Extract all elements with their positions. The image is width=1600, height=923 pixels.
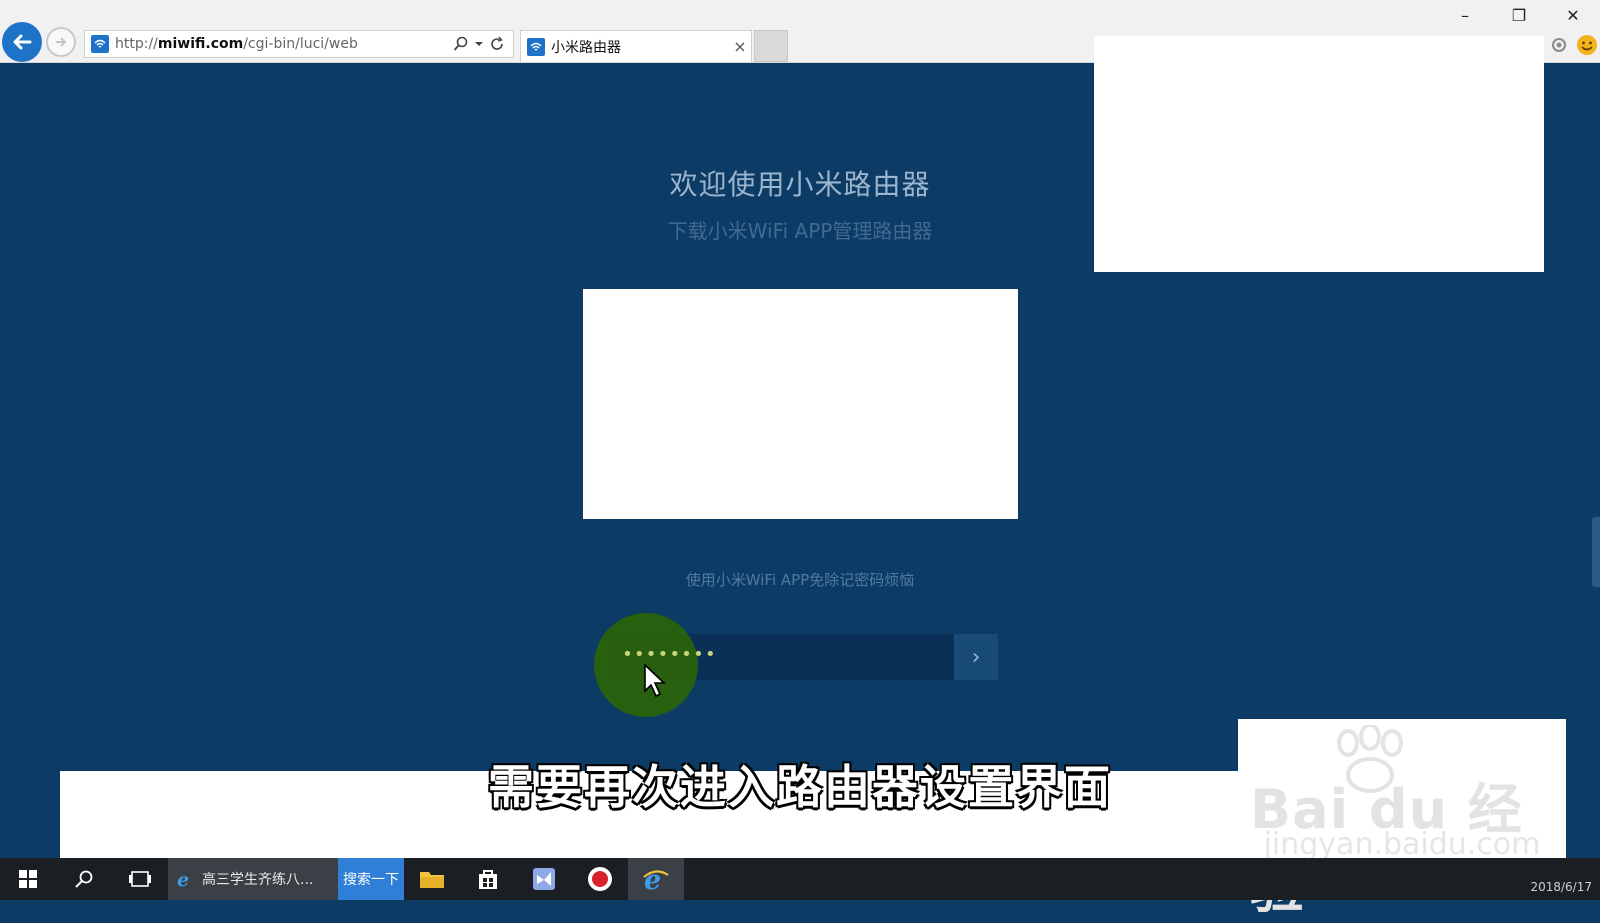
gear-icon[interactable] bbox=[1548, 34, 1570, 56]
windows-logo-icon bbox=[19, 870, 37, 888]
tab-title: 小米路由器 bbox=[551, 39, 621, 56]
store-bag-icon bbox=[479, 870, 497, 889]
svg-text:e: e bbox=[644, 865, 661, 893]
close-window-button[interactable]: ✕ bbox=[1546, 0, 1600, 30]
task-view-button[interactable] bbox=[112, 858, 168, 900]
store-button[interactable] bbox=[460, 858, 516, 900]
app-hint-text: 使用小米WiFi APP免除记密码烦恼 bbox=[685, 571, 915, 589]
chevron-right-icon: › bbox=[971, 644, 981, 670]
vs-app-button[interactable] bbox=[516, 858, 572, 900]
tab-xiaomi-router[interactable]: 小米路由器 × bbox=[520, 30, 752, 62]
forward-button[interactable] bbox=[46, 27, 76, 57]
url-text: http://miwifi.com/cgi-bin/luci/web bbox=[115, 36, 358, 52]
minimize-button[interactable]: – bbox=[1438, 0, 1492, 30]
taskbar-search-submit[interactable]: 搜索一下 bbox=[338, 858, 404, 900]
task-view-icon bbox=[129, 871, 151, 887]
side-feedback-tab[interactable] bbox=[1592, 517, 1600, 587]
wifi-site-icon bbox=[91, 35, 109, 53]
address-bar[interactable]: http://miwifi.com/cgi-bin/luci/web bbox=[84, 30, 514, 58]
search-icon bbox=[75, 870, 93, 888]
window-controls: – ❐ ✕ bbox=[1438, 0, 1600, 30]
restore-button[interactable]: ❐ bbox=[1492, 0, 1546, 30]
recorder-button[interactable] bbox=[572, 858, 628, 900]
mouse-pointer-icon bbox=[644, 663, 667, 698]
arrow-left-icon bbox=[13, 34, 32, 50]
ie-icon: e bbox=[643, 865, 669, 893]
refresh-icon[interactable] bbox=[489, 36, 505, 52]
smiley-feedback-icon[interactable] bbox=[1576, 34, 1598, 56]
file-explorer-button[interactable] bbox=[404, 858, 460, 900]
wifi-tab-icon bbox=[527, 37, 545, 56]
search-app-label: 高三学生齐练八... bbox=[202, 872, 314, 888]
system-clock: 2018/6/17 bbox=[1530, 880, 1592, 894]
back-button[interactable] bbox=[2, 22, 42, 62]
ie-icon: e bbox=[177, 869, 189, 889]
record-icon bbox=[588, 867, 612, 891]
close-tab-icon[interactable]: × bbox=[729, 37, 751, 56]
router-login-page: 欢迎使用小米路由器 下载小米WiFi APP管理路由器 使用小米WiFi APP… bbox=[0, 36, 1600, 920]
taskbar-search-button[interactable] bbox=[56, 858, 112, 900]
login-submit-button[interactable]: › bbox=[954, 634, 998, 680]
redaction-block bbox=[1094, 36, 1544, 272]
visual-studio-icon bbox=[533, 868, 555, 890]
dropdown-icon[interactable] bbox=[475, 40, 483, 48]
taskbar-ie-search-app[interactable]: e 高三学生齐练八... bbox=[168, 858, 338, 900]
password-value: •••••••• bbox=[622, 644, 717, 665]
baidu-url-text: jingyan.baidu.com bbox=[1263, 827, 1541, 862]
ie-browser-button[interactable]: e bbox=[628, 858, 684, 900]
start-button[interactable] bbox=[0, 858, 56, 900]
svg-text:e: e bbox=[177, 869, 189, 889]
new-tab-button[interactable] bbox=[754, 30, 788, 62]
arrow-right-icon bbox=[56, 37, 67, 47]
redaction-block bbox=[583, 289, 1018, 519]
taskbar: e 高三学生齐练八... 搜索一下 e 2018/6/17 bbox=[0, 858, 1600, 900]
search-icon[interactable] bbox=[453, 36, 469, 52]
folder-icon bbox=[420, 872, 444, 888]
